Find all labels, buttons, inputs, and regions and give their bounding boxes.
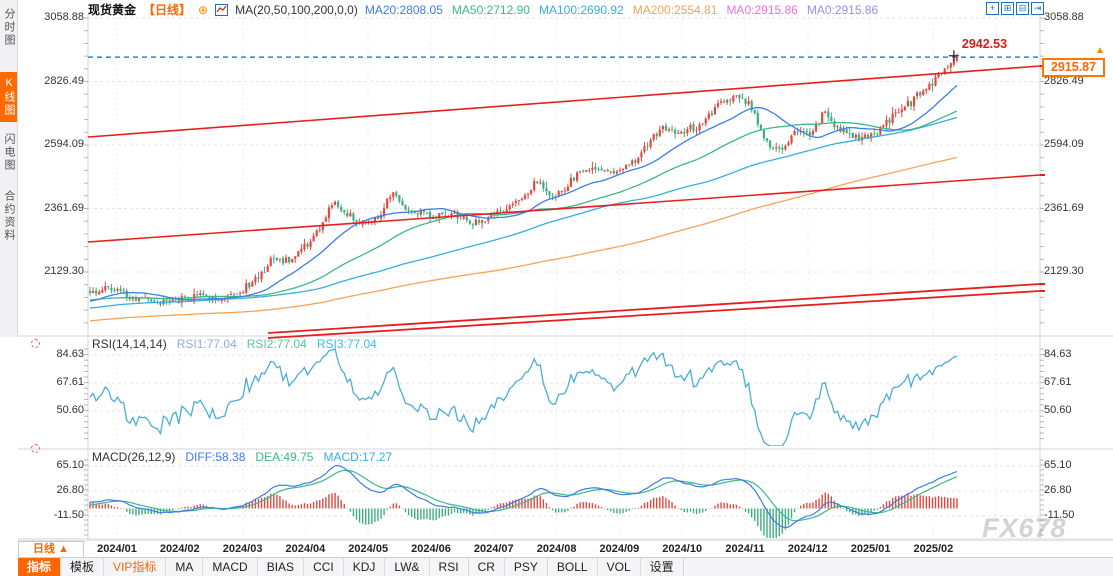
- macd-value: DIFF:58.38: [185, 450, 245, 464]
- rsi-legend: RSI1:77.04 RSI2:77.04 RSI3:77.04: [177, 337, 377, 351]
- axis-tick-label: 2826.49: [30, 75, 84, 87]
- timeline-bar: 日线 ▲ 2024/01 2024/02 2024/03 2024/04 2024/05…: [18, 540, 1113, 557]
- axis-tick-label: 2129.30: [1044, 265, 1084, 277]
- period-selector-label: 日线 ▲: [33, 543, 69, 555]
- month-label: 2025/02: [907, 543, 959, 555]
- macd-legend: DIFF:58.38 DEA:49.75 MACD:17.27: [185, 450, 392, 464]
- axis-tick-label: 26.80: [30, 484, 84, 496]
- month-label: 2024/02: [154, 543, 206, 555]
- macd-settings-icon[interactable]: [31, 444, 40, 453]
- chart-toolbar: +⊞⊟⇥: [986, 2, 1044, 15]
- price-panel-header: 现货黄金 【日线】 ⊕ MA(20,50,100,200,0,0) MA20:2…: [88, 2, 878, 17]
- axis-tick-label: 65.10: [30, 459, 84, 471]
- rsi-value: RSI3:77.04: [317, 337, 377, 351]
- month-label: 2024/12: [782, 543, 834, 555]
- axis-tick-label: 84.63: [1044, 348, 1072, 360]
- axis-tick-label: 3058.88: [1044, 11, 1084, 23]
- left-sidebar: 分时图 K线图闪电图合约资料: [0, 0, 18, 337]
- axis-tick-label: 2594.09: [1044, 138, 1084, 150]
- ma-value: MA20:2808.05: [365, 3, 443, 17]
- month-label: 2024/08: [531, 543, 583, 555]
- month-label: 2025/01: [845, 543, 897, 555]
- period-tag[interactable]: 【日线】: [143, 1, 191, 18]
- toolbar-tab-LW&[interactable]: LW&: [385, 558, 429, 576]
- toolbar-tab-KDJ[interactable]: KDJ: [344, 558, 386, 576]
- month-label: 2024/06: [405, 543, 457, 555]
- axis-tick-label: 2129.30: [30, 265, 84, 277]
- toolbar-tab-PSY[interactable]: PSY: [505, 558, 548, 576]
- bottom-toolbar: 指标模板VIP指标MAMACDBIASCCIKDJLW&RSICRPSYBOLL…: [18, 557, 1113, 576]
- axis-tick-label: -11.50: [30, 509, 84, 521]
- toolbar-tab-RSI[interactable]: RSI: [430, 558, 469, 576]
- axis-tick-label: 50.60: [30, 404, 84, 416]
- axis-tick-label: 65.10: [1044, 459, 1072, 471]
- symbol-name: 现货黄金: [88, 1, 136, 18]
- macd-value: DEA:49.75: [255, 450, 313, 464]
- period-selector-button[interactable]: 日线 ▲: [18, 541, 84, 558]
- month-label: 2024/09: [593, 543, 645, 555]
- toolbar-tab-MACD[interactable]: MACD: [203, 558, 257, 576]
- rsi-panel-header: RSI(14,14,14) RSI1:77.04 RSI2:77.04 RSI3:7…: [92, 337, 377, 351]
- current-price-tag: 2915.87: [1042, 58, 1105, 77]
- ma-settings-label[interactable]: MA(20,50,100,200,0,0): [235, 3, 358, 17]
- price-alert-arrow: ▲: [1095, 45, 1105, 56]
- sidebar-item-flash[interactable]: 闪电图: [0, 128, 17, 177]
- toolbar-tab-设置[interactable]: 设置: [641, 558, 684, 576]
- ma-value: MA200:2554.81: [633, 3, 718, 17]
- exit-right-icon[interactable]: ⇥: [1031, 2, 1044, 15]
- month-label: 2024/04: [279, 543, 331, 555]
- left-price-axis: 3058.88 2826.49 2594.09 2361.69 2129.30 84.63…: [30, 0, 84, 540]
- macd-title[interactable]: MACD(26,12,9): [92, 450, 175, 464]
- ma-value: MA0:2915.86: [726, 3, 797, 17]
- right-price-axis: 3058.882826.492594.092361.692129.3084.63…: [1044, 0, 1108, 540]
- indicator-chart-icon: [215, 4, 228, 16]
- rsi-title[interactable]: RSI(14,14,14): [92, 337, 167, 351]
- axis-tick-label: 2361.69: [30, 202, 84, 214]
- axis-tick-label: 84.63: [30, 348, 84, 360]
- axis-tick-label: 2594.09: [30, 138, 84, 150]
- toolbar-tab-CR[interactable]: CR: [469, 558, 505, 576]
- rsi-settings-icon[interactable]: [31, 339, 40, 348]
- axis-tick-label: 3058.88: [30, 11, 84, 23]
- add-indicator-icon[interactable]: ⊕: [198, 3, 208, 17]
- toolbar-tab-BIAS[interactable]: BIAS: [258, 558, 304, 576]
- sidebar-item-fenshi[interactable]: 分时图: [0, 3, 17, 52]
- toolbar-tab-指标[interactable]: 指标: [18, 558, 61, 576]
- session-high-label: 2942.53: [962, 37, 1007, 51]
- toolbar-tab-VOL[interactable]: VOL: [598, 558, 641, 576]
- macd-panel-header: MACD(26,12,9) DIFF:58.38 DEA:49.75 MACD:17…: [92, 450, 392, 464]
- toolbar-tab-VIP指标[interactable]: VIP指标: [104, 558, 166, 576]
- axis-tick-label: 2361.69: [1044, 202, 1084, 214]
- pan-icon[interactable]: +: [986, 2, 999, 15]
- month-label: 2024/01: [91, 543, 143, 555]
- ma-value: MA0:2915.86: [807, 3, 878, 17]
- month-label: 2024/11: [719, 543, 771, 555]
- month-label: 2024/10: [656, 543, 708, 555]
- month-label: 2024/05: [342, 543, 394, 555]
- rsi-value: RSI1:77.04: [177, 337, 237, 351]
- ma-value: MA50:2712.90: [452, 3, 530, 17]
- month-label: 2024/03: [217, 543, 269, 555]
- sidebar-item-kline[interactable]: K线图: [0, 72, 17, 122]
- axis-tick-label: 50.60: [1044, 404, 1072, 416]
- scale-frame-icon[interactable]: ⊟: [1016, 2, 1029, 15]
- current-price-value: 2915.87: [1051, 60, 1096, 74]
- toolbar-tab-模板[interactable]: 模板: [61, 558, 104, 576]
- rsi-value: RSI2:77.04: [247, 337, 307, 351]
- toolbar-tab-CCI[interactable]: CCI: [304, 558, 344, 576]
- axis-tick-label: 26.80: [1044, 484, 1072, 496]
- ma-legend: MA20:2808.05 MA50:2712.90 MA100:2690.92 MA2…: [365, 3, 878, 17]
- month-label: 2024/07: [468, 543, 520, 555]
- toolbar-tab-MA[interactable]: MA: [166, 558, 203, 576]
- ma-value: MA100:2690.92: [539, 3, 624, 17]
- macd-value: MACD:17.27: [323, 450, 392, 464]
- axis-tick-label: 67.61: [1044, 376, 1072, 388]
- app-window: 分时图 K线图闪电图合约资料 现货黄金 【日线】 ⊕ MA(20,50,100,2…: [0, 0, 1113, 576]
- zoom-frame-icon[interactable]: ⊞: [1001, 2, 1014, 15]
- toolbar-tab-BOLL[interactable]: BOLL: [548, 558, 598, 576]
- axis-tick-label: 67.61: [30, 376, 84, 388]
- sidebar-item-contract[interactable]: 合约资料: [0, 185, 17, 247]
